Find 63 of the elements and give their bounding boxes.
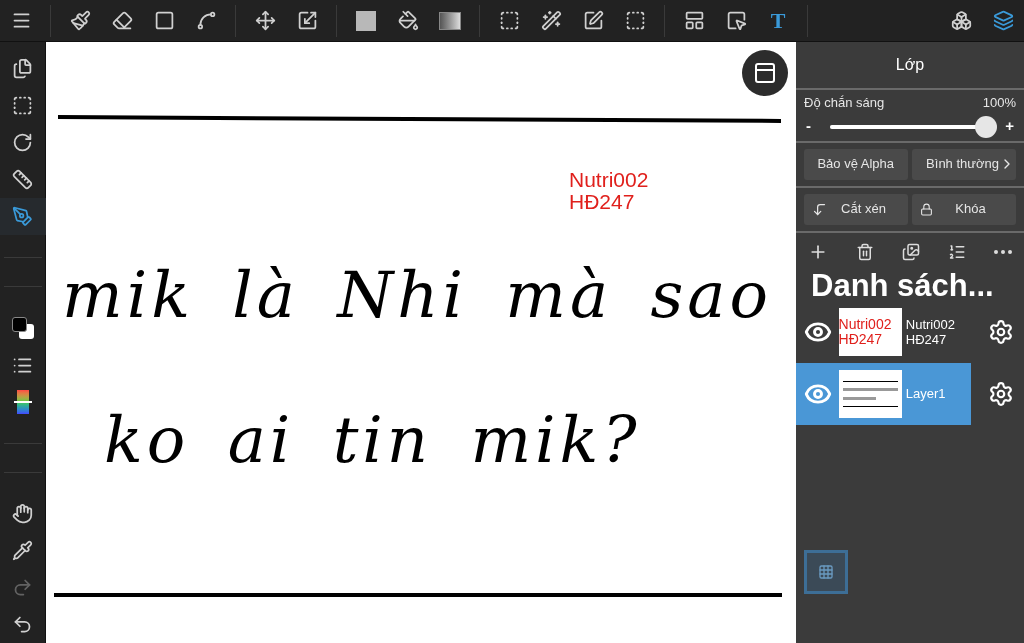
blend-mode-button[interactable]: Bình thường: [911, 148, 1016, 180]
settings-button[interactable]: [988, 318, 1014, 345]
layout-icon: [683, 10, 705, 31]
view-toggle-button[interactable]: [742, 50, 788, 96]
gradient-icon: [439, 11, 461, 30]
selection-list-icon: [12, 95, 33, 117]
pen-icon: [12, 206, 33, 228]
lock-icon: [920, 202, 933, 216]
arrow-down-icon: [812, 201, 827, 217]
rainbow-bar-icon: [16, 390, 29, 415]
more-button[interactable]: [994, 249, 1012, 254]
handwritten-text: mik là Nhi mà sao: [62, 260, 772, 330]
magic-wand-icon: [540, 10, 562, 31]
square-pen-icon: [582, 10, 604, 31]
alpha-protect-button[interactable]: Bảo vệ Alpha: [804, 148, 908, 180]
more-icon: [994, 249, 1012, 254]
drawing-canvas[interactable]: Nutri002 HĐ247 mik là Nhi mà sao ko ai tin mik?: [46, 42, 796, 643]
thumbnail-text: Nutri002 HĐ247: [838, 316, 893, 347]
slider-thumb[interactable]: [975, 115, 998, 138]
increase-label: +: [1005, 116, 1014, 137]
resize-icon: [296, 10, 318, 31]
layer-list-title: Danh sách...: [810, 270, 995, 301]
eraser-icon: [111, 10, 133, 31]
paint-bucket-icon: [397, 10, 419, 31]
images-button[interactable]: [902, 242, 920, 261]
text-tool-button[interactable]: T: [757, 0, 799, 42]
panel-title: Lớp: [796, 42, 1024, 90]
layer-row[interactable]: Nutri002 HĐ247 Nutri002 HĐ247: [796, 300, 971, 363]
opacity-label: Độ chắn sáng: [804, 94, 885, 112]
grid-button[interactable]: [804, 549, 848, 594]
pen-button[interactable]: [0, 198, 46, 236]
pages-icon: [12, 58, 33, 80]
rotate-icon: [12, 132, 33, 154]
dashed-square-icon: [498, 10, 520, 31]
grid-icon: [818, 563, 834, 580]
layers-icon: [992, 10, 1014, 31]
dashed-square-icon: [624, 10, 646, 31]
window-icon: [753, 61, 777, 85]
layer-thumbnail: [838, 369, 902, 418]
square-swatch-icon: [356, 10, 376, 31]
list-button[interactable]: [948, 242, 966, 261]
layer-name: Nutri002 HĐ247: [905, 316, 956, 347]
eyedropper-icon: [12, 539, 33, 561]
cubes-icon: [950, 10, 972, 31]
opacity-value: 100%: [982, 94, 1016, 112]
lock-button[interactable]: Khóa: [912, 193, 1016, 225]
clipping-button[interactable]: Cắt xén: [804, 193, 908, 225]
color-swatch-icon: [11, 316, 34, 339]
handwritten-text: ko ai tin mik?: [104, 405, 641, 475]
hand-icon: [12, 502, 33, 524]
settings-button[interactable]: [988, 380, 1014, 407]
brush-icon: [69, 10, 91, 31]
layer-name: Layer1: [905, 386, 947, 401]
delete-layer-button[interactable]: [856, 242, 874, 261]
pointer-square-icon: [725, 10, 747, 31]
square-icon: [153, 10, 175, 31]
decrease-label: -: [806, 116, 811, 137]
move-icon: [254, 10, 276, 31]
curve-pen-icon: [195, 10, 217, 31]
settings-icon: [988, 380, 1014, 407]
canvas-text: Nutri002 HĐ247: [569, 169, 649, 213]
settings-icon: [988, 318, 1014, 345]
ruler-icon: [12, 169, 33, 191]
